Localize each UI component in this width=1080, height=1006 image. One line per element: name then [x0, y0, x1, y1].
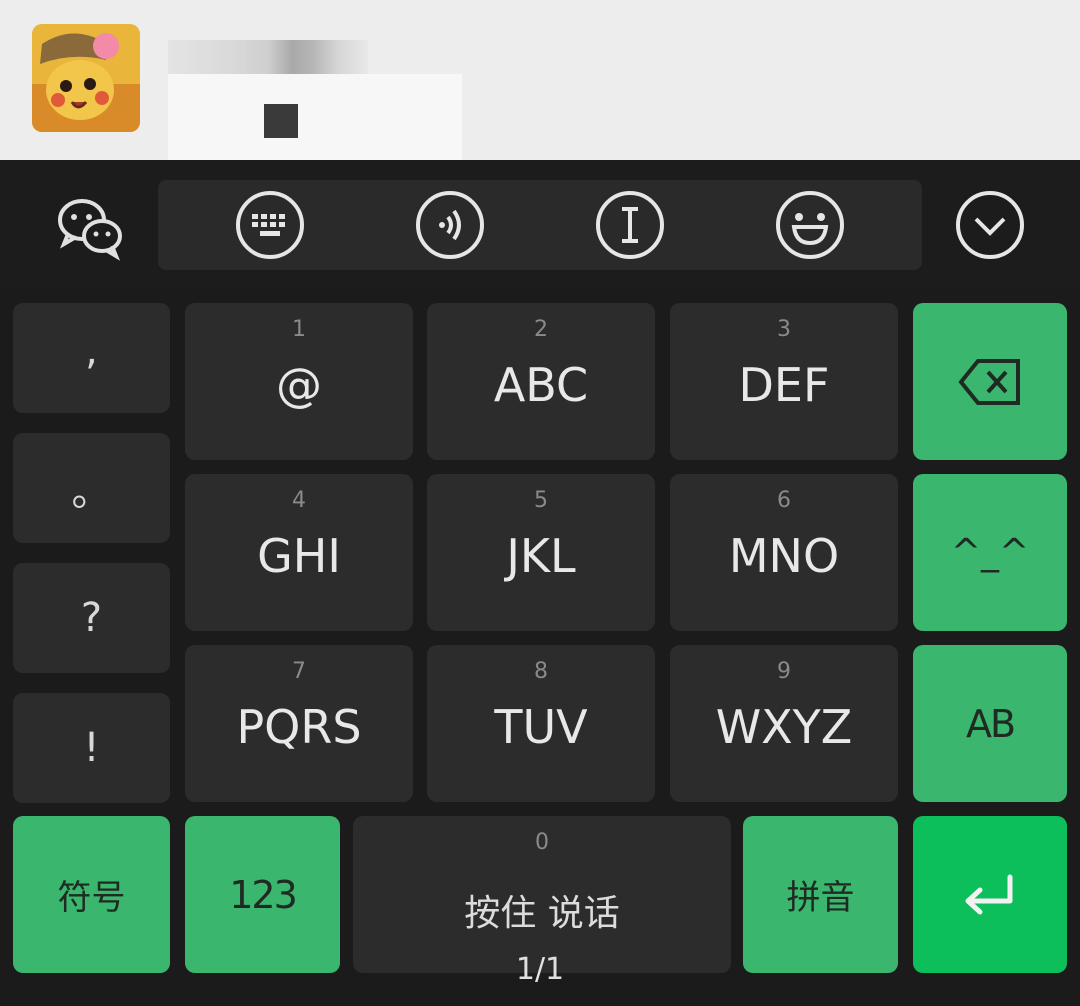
blurred-message-preview [168, 74, 462, 160]
key-label: , [85, 328, 98, 374]
punct-key-comma[interactable]: , [13, 303, 170, 413]
backspace-key[interactable] [913, 303, 1067, 460]
key-letters: @ [276, 357, 322, 412]
key-4[interactable]: 4 GHI [185, 474, 413, 631]
punct-key-question[interactable]: ? [13, 563, 170, 673]
key-9[interactable]: 9 WXYZ [670, 645, 898, 802]
blurred-contact-name [168, 40, 368, 74]
text-cursor-icon[interactable] [594, 189, 666, 261]
numbers-key[interactable]: 123 [185, 816, 340, 973]
key-letters: JKL [506, 528, 576, 583]
key-6[interactable]: 6 MNO [670, 474, 898, 631]
key-digit: 3 [777, 317, 791, 342]
key-label: 按住 说话 [464, 893, 620, 934]
pinyin-key[interactable]: 拼音 [743, 816, 898, 973]
key-letters: MNO [728, 528, 840, 583]
t9-keyboard: , 。 ? ! 1 @ 2 ABC 3 DEF 4 GHI 5 JKL 6 MN… [0, 290, 1080, 1006]
chat-header-area [0, 0, 1080, 160]
avatar[interactable] [32, 24, 140, 132]
key-letters: GHI [257, 528, 341, 583]
key-label: ? [80, 595, 103, 641]
key-letters: DEF [738, 357, 830, 412]
punct-key-exclamation[interactable]: ! [13, 693, 170, 803]
punct-key-period[interactable]: 。 [13, 433, 170, 543]
case-toggle-key[interactable]: AB [913, 645, 1067, 802]
voice-icon[interactable] [414, 189, 486, 261]
symbols-key[interactable]: 符号 [13, 816, 170, 973]
key-digit: 5 [534, 488, 548, 513]
space-key[interactable]: 0 按住 说话 [353, 816, 731, 973]
keyboard-icon[interactable] [234, 189, 306, 261]
wechat-logo-icon[interactable] [54, 190, 126, 262]
key-8[interactable]: 8 TUV [427, 645, 655, 802]
key-label: 符号 [57, 878, 126, 918]
keyboard-toolbar [0, 160, 1080, 290]
key-letters: WXYZ [715, 699, 853, 754]
key-digit: 8 [534, 659, 548, 684]
key-label: ^_^ [950, 532, 1030, 573]
key-letters: TUV [494, 699, 588, 754]
enter-icon [965, 874, 1013, 914]
key-letters: PQRS [236, 699, 362, 754]
emoticon-key[interactable]: ^_^ [913, 474, 1067, 631]
key-3[interactable]: 3 DEF [670, 303, 898, 460]
emoji-icon[interactable] [774, 189, 846, 261]
key-7[interactable]: 7 PQRS [185, 645, 413, 802]
key-digit: 6 [777, 488, 791, 513]
key-1[interactable]: 1 @ [185, 303, 413, 460]
key-2[interactable]: 2 ABC [427, 303, 655, 460]
key-digit: 7 [292, 659, 306, 684]
key-label: 。 [71, 469, 112, 515]
key-digit: 2 [534, 317, 548, 342]
backspace-icon [958, 358, 1020, 405]
key-label: 123 [229, 872, 298, 917]
key-digit: 4 [292, 488, 306, 513]
key-digit: 9 [777, 659, 791, 684]
page-indicator: 1/1 [515, 952, 565, 987]
key-label: AB [965, 701, 1016, 746]
key-digit: 1 [292, 317, 306, 342]
key-letters: ABC [493, 357, 589, 412]
key-5[interactable]: 5 JKL [427, 474, 655, 631]
blurred-message-block [264, 104, 298, 138]
collapse-chevron-icon[interactable] [954, 189, 1026, 261]
key-label: ! [83, 725, 100, 771]
key-label: 拼音 [786, 878, 855, 918]
key-digit: 0 [535, 830, 549, 855]
enter-key[interactable] [913, 816, 1067, 973]
